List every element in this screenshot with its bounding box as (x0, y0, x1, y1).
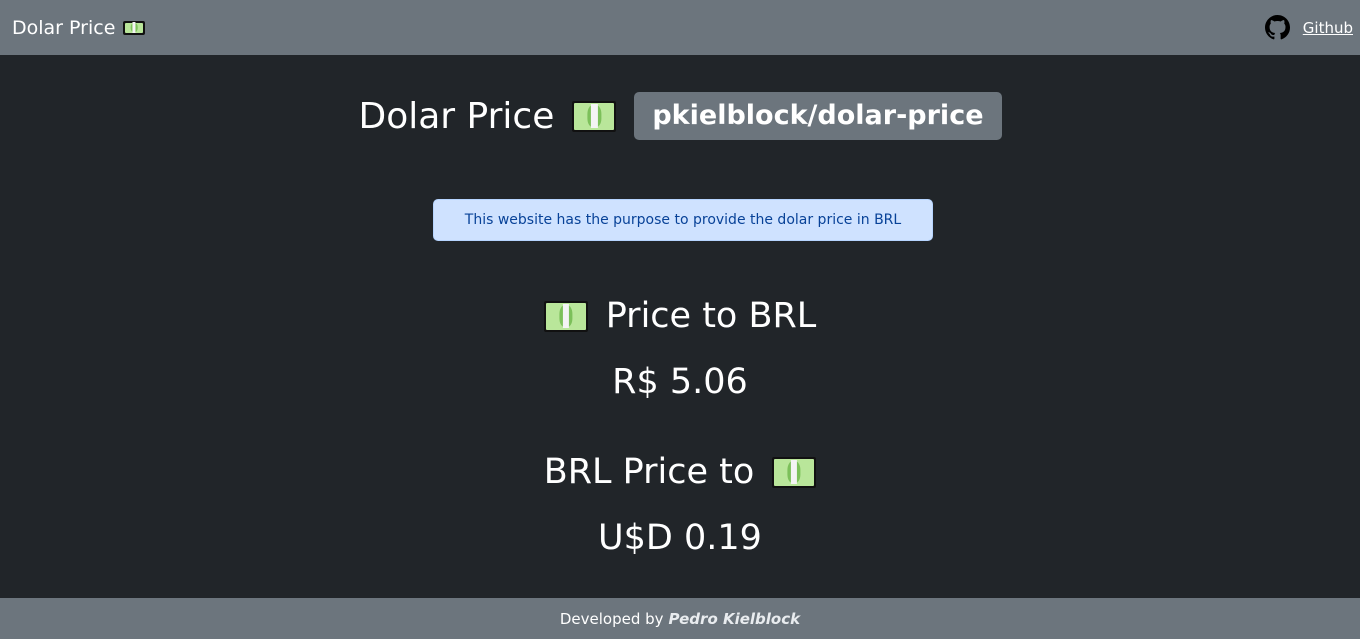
brl-to-usd-title-text: BRL Price to (543, 452, 755, 492)
dollar-bill-icon (543, 300, 588, 332)
info-alert-text: This website has the purpose to provide … (464, 212, 902, 228)
page-title: Dolar Price (358, 95, 555, 137)
brl-to-usd-title: BRL Price to (0, 452, 1360, 492)
navbar-right: Github (1264, 15, 1353, 40)
info-alert: This website has the purpose to provide … (433, 199, 933, 241)
usd-to-brl-title-text: Price to BRL (605, 296, 817, 336)
dollar-bill-icon (772, 456, 817, 488)
navbar-brand-label: Dolar Price (12, 16, 116, 39)
brl-to-usd-value: U$D 0.19 (598, 518, 762, 558)
dollar-bill-icon (572, 100, 617, 132)
dollar-bill-icon (123, 20, 146, 35)
usd-to-brl-title: Price to BRL (0, 296, 1360, 336)
usd-to-brl-value: R$ 5.06 (612, 362, 748, 402)
github-icon[interactable] (1264, 15, 1290, 40)
page-header: Dolar Price pkielblock/dolar-price (0, 92, 1360, 140)
footer-prefix: Developed by (559, 609, 664, 628)
navbar: Dolar Price Github (0, 0, 1360, 55)
footer: Developed by Pedro Kielblock (0, 598, 1360, 639)
repo-badge: pkielblock/dolar-price (634, 92, 1002, 140)
navbar-brand[interactable]: Dolar Price (12, 16, 146, 39)
footer-author: Pedro Kielblock (668, 609, 801, 628)
github-link[interactable]: Github (1303, 19, 1353, 37)
page-title-wrap: Dolar Price (358, 95, 617, 137)
